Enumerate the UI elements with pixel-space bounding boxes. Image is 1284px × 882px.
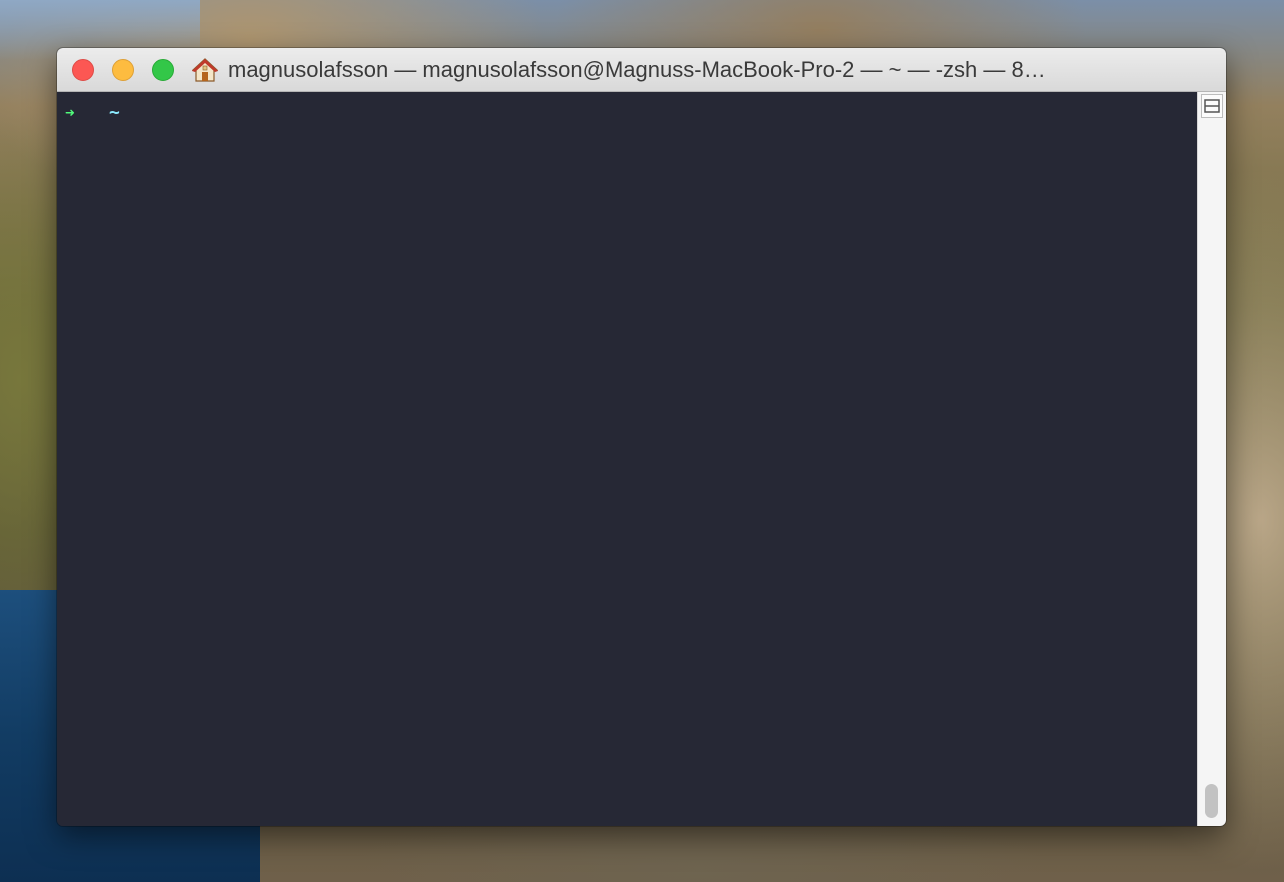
scroll-thumb[interactable] [1205, 784, 1218, 818]
window-title: magnusolafsson — magnusolafsson@Magnuss-… [192, 48, 1212, 92]
close-button[interactable] [72, 59, 94, 81]
vertical-scrollbar[interactable] [1197, 92, 1226, 826]
zoom-button[interactable] [152, 59, 174, 81]
split-pane-icon [1204, 99, 1220, 113]
prompt-directory: ~ [109, 101, 120, 123]
terminal-content[interactable]: ➜ ~ [57, 92, 1197, 826]
home-icon [192, 58, 218, 82]
split-pane-button[interactable] [1201, 94, 1223, 118]
terminal-window[interactable]: magnusolafsson — magnusolafsson@Magnuss-… [57, 48, 1226, 826]
minimize-button[interactable] [112, 59, 134, 81]
title-bar[interactable]: magnusolafsson — magnusolafsson@Magnuss-… [57, 48, 1226, 92]
prompt-arrow-icon: ➜ [65, 102, 75, 122]
prompt-line: ➜ ~ [65, 101, 120, 123]
window-title-text: magnusolafsson — magnusolafsson@Magnuss-… [228, 57, 1046, 82]
